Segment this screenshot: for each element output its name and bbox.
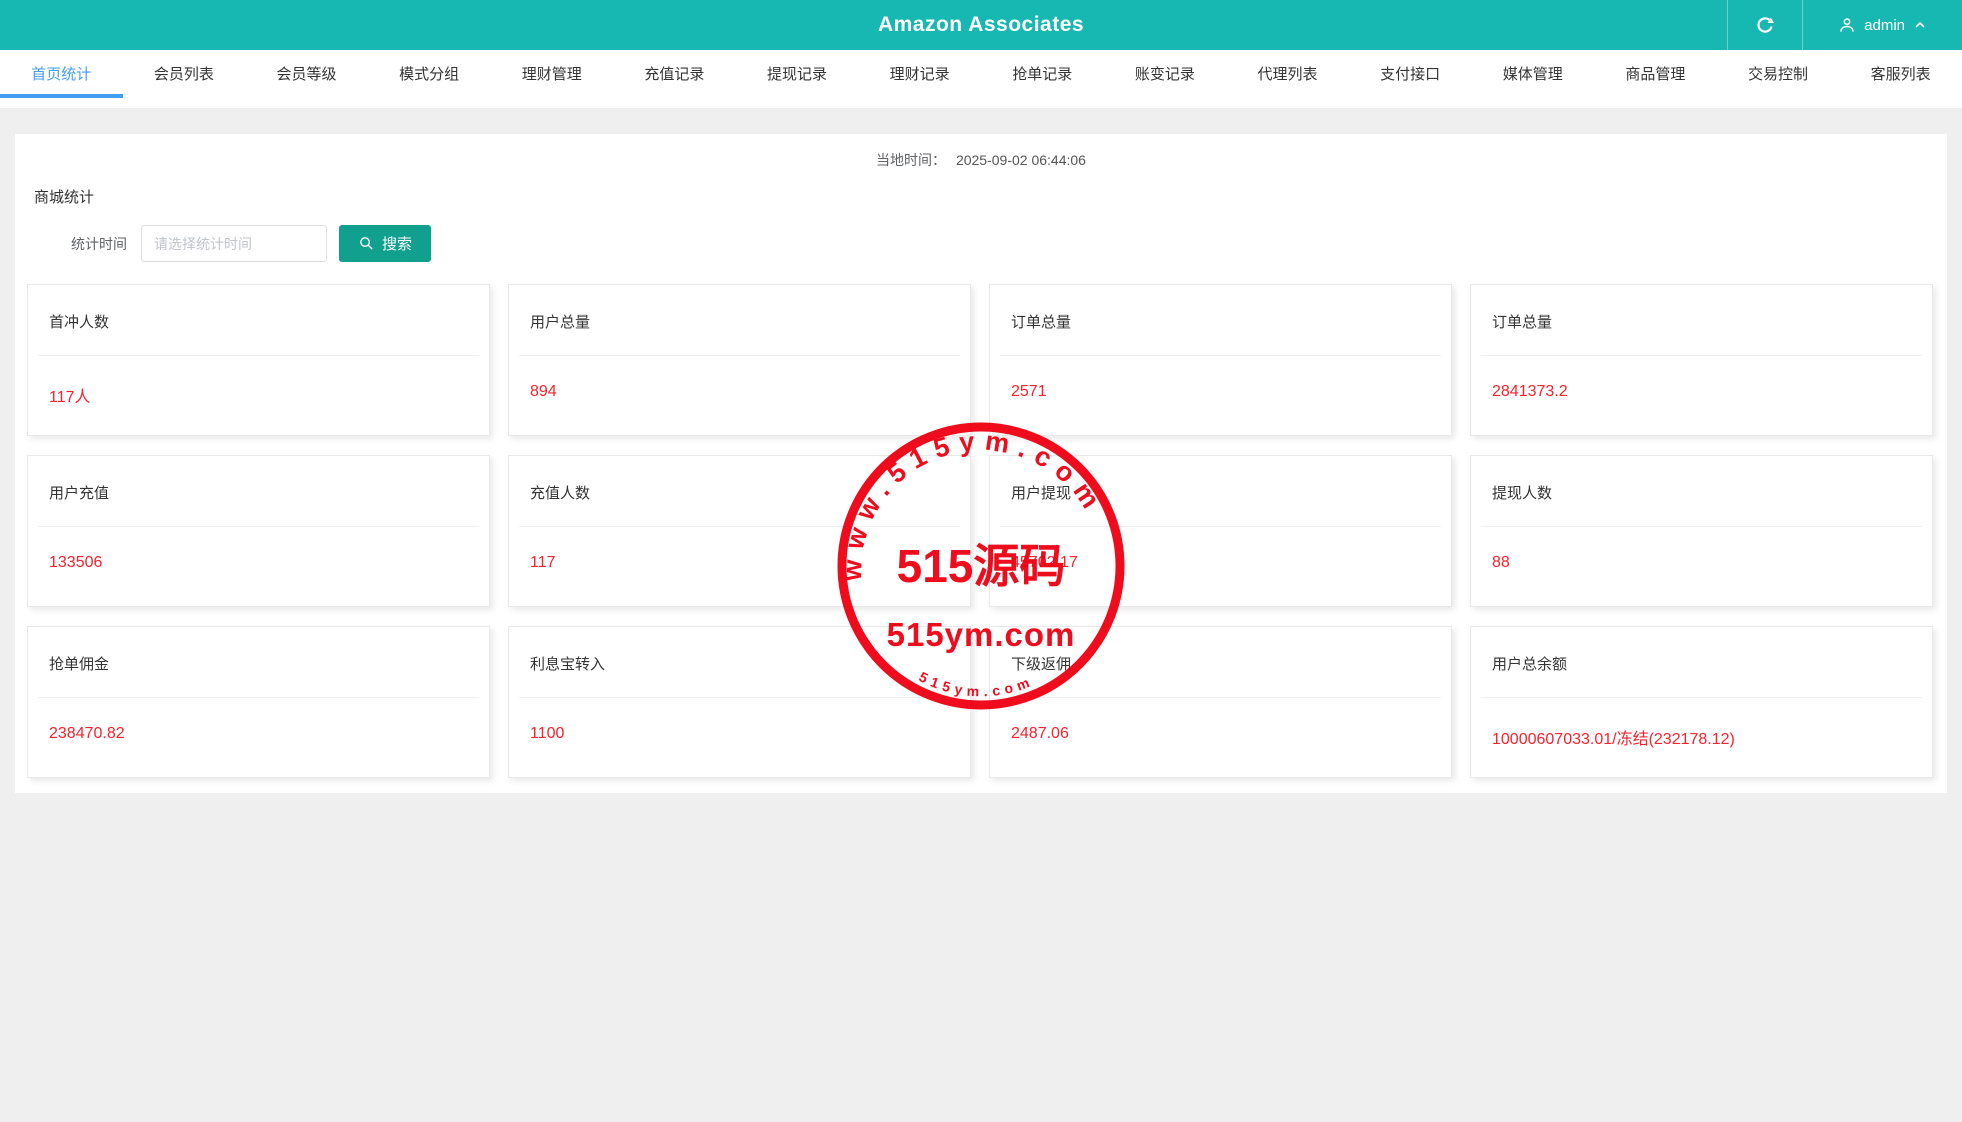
stat-card-title: 利息宝转入 xyxy=(530,653,949,674)
card-divider xyxy=(38,697,479,698)
search-icon xyxy=(358,235,375,252)
tab-4[interactable]: 模式分组 xyxy=(368,50,491,108)
stat-card-title: 提现人数 xyxy=(1492,482,1911,503)
user-name: admin xyxy=(1864,17,1905,34)
stat-card-title: 下级返佣 xyxy=(1011,653,1430,674)
stat-card-value: 2841373.2 xyxy=(1492,383,1911,401)
stat-card-value: 133506 xyxy=(49,554,468,572)
stat-card: 抢单佣金 238470.82 xyxy=(27,626,490,778)
card-divider xyxy=(1481,526,1922,527)
search-button[interactable]: 搜索 xyxy=(339,225,431,262)
tab-11[interactable]: 代理列表 xyxy=(1226,50,1349,108)
stat-card-value: 2487.06 xyxy=(1011,725,1430,743)
stat-card-value: 1100 xyxy=(530,725,949,743)
stat-card: 利息宝转入 1100 xyxy=(508,626,971,778)
stat-card-title: 订单总量 xyxy=(1011,311,1430,332)
card-divider xyxy=(1000,526,1441,527)
stat-card-value: 88 xyxy=(1492,554,1911,572)
card-divider xyxy=(519,355,960,356)
card-divider xyxy=(519,697,960,698)
card-divider xyxy=(1000,697,1441,698)
stat-card-title: 充值人数 xyxy=(530,482,949,503)
tab-7[interactable]: 提现记录 xyxy=(736,50,859,108)
tab-13[interactable]: 媒体管理 xyxy=(1472,50,1595,108)
search-button-label: 搜索 xyxy=(382,233,412,254)
stat-card: 首冲人数 117人 xyxy=(27,284,490,436)
stat-card-value: 117人 xyxy=(49,383,468,407)
stat-card-title: 订单总量 xyxy=(1492,311,1911,332)
stat-card-value: 10000607033.01/冻结(232178.12) xyxy=(1492,725,1911,749)
stat-card-title: 抢单佣金 xyxy=(49,653,468,674)
tab-16[interactable]: 客服列表 xyxy=(1839,50,1962,108)
tab-9[interactable]: 抢单记录 xyxy=(981,50,1104,108)
tab-2[interactable]: 会员列表 xyxy=(123,50,246,108)
card-divider xyxy=(38,526,479,527)
tab-1[interactable]: 首页统计 xyxy=(0,50,123,108)
tab-6[interactable]: 充值记录 xyxy=(613,50,736,108)
stat-card-title: 用户提现 xyxy=(1011,482,1430,503)
section-title: 商城统计 xyxy=(34,186,1947,207)
stat-time-input[interactable] xyxy=(141,225,327,262)
tab-15[interactable]: 交易控制 xyxy=(1717,50,1840,108)
topbar-controls: admin xyxy=(1727,0,1962,50)
tab-12[interactable]: 支付接口 xyxy=(1349,50,1472,108)
stat-card: 用户提现 45702.17 xyxy=(989,455,1452,607)
tab-8[interactable]: 理财记录 xyxy=(858,50,981,108)
stat-card: 用户总量 894 xyxy=(508,284,971,436)
refresh-button[interactable] xyxy=(1727,0,1802,50)
stat-card-value: 238470.82 xyxy=(49,725,468,743)
card-divider xyxy=(1481,355,1922,356)
top-bar: Amazon Associates admin xyxy=(0,0,1962,50)
search-row: 统计时间 搜索 xyxy=(71,225,1947,262)
tab-5[interactable]: 理财管理 xyxy=(491,50,614,108)
refresh-icon xyxy=(1754,14,1776,36)
tab-3[interactable]: 会员等级 xyxy=(245,50,368,108)
main-panel: 当地时间： 2025-09-02 06:44:06 商城统计 统计时间 搜索 首… xyxy=(15,134,1947,793)
stat-card: 下级返佣 2487.06 xyxy=(989,626,1452,778)
card-divider xyxy=(519,526,960,527)
stat-card-title: 用户充值 xyxy=(49,482,468,503)
stats-grid: 首冲人数 117人 用户总量 894 订单总量 2571 订单总量 2841373.2 用户充值… xyxy=(27,284,1933,778)
stat-card-value: 117 xyxy=(530,554,949,572)
user-icon xyxy=(1837,15,1857,35)
stat-card-title: 首冲人数 xyxy=(49,311,468,332)
stat-card-title: 用户总量 xyxy=(530,311,949,332)
stat-card-value: 894 xyxy=(530,383,949,401)
card-divider xyxy=(1481,697,1922,698)
card-divider xyxy=(38,355,479,356)
stat-card: 用户总余额 10000607033.01/冻结(232178.12) xyxy=(1470,626,1933,778)
card-divider xyxy=(1000,355,1441,356)
stat-card: 订单总量 2841373.2 xyxy=(1470,284,1933,436)
stat-card-value: 45702.17 xyxy=(1011,554,1430,572)
chevron-up-icon xyxy=(1912,17,1928,33)
local-time-value: 2025-09-02 06:44:06 xyxy=(956,152,1086,168)
stat-card-value: 2571 xyxy=(1011,383,1430,401)
local-time-label: 当地时间： xyxy=(876,152,946,168)
stat-card-title: 用户总余额 xyxy=(1492,653,1911,674)
stat-card: 订单总量 2571 xyxy=(989,284,1452,436)
stat-card: 用户充值 133506 xyxy=(27,455,490,607)
local-time: 当地时间： 2025-09-02 06:44:06 xyxy=(15,134,1947,170)
tab-14[interactable]: 商品管理 xyxy=(1594,50,1717,108)
stat-card: 充值人数 117 xyxy=(508,455,971,607)
nav-tabs: 首页统计会员列表会员等级模式分组理财管理充值记录提现记录理财记录抢单记录账变记录… xyxy=(0,50,1962,108)
user-menu[interactable]: admin xyxy=(1802,0,1962,50)
stat-card: 提现人数 88 xyxy=(1470,455,1933,607)
search-label: 统计时间 xyxy=(71,234,127,254)
app-title: Amazon Associates xyxy=(0,13,1962,37)
tab-10[interactable]: 账变记录 xyxy=(1104,50,1227,108)
